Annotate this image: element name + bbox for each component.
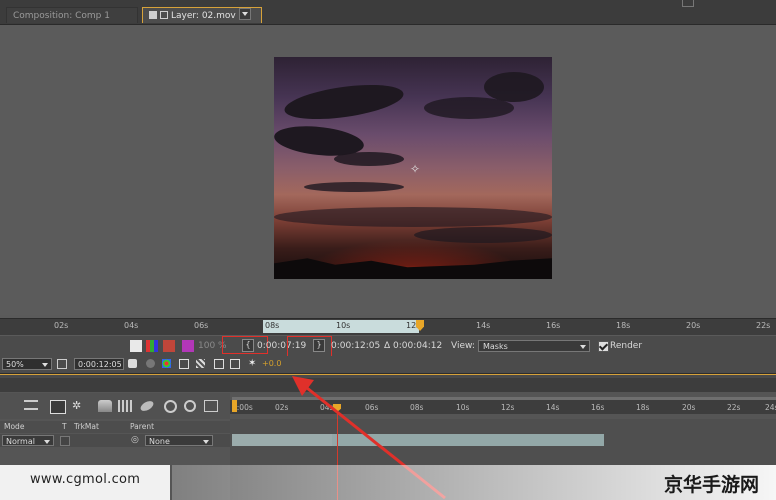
ruler-tick: 08s <box>265 321 280 330</box>
ruler-tick: 22s <box>756 321 771 330</box>
column-trkmat: TrkMat <box>74 422 99 431</box>
lock-icon[interactable] <box>160 11 168 19</box>
view-label: View: <box>451 341 475 351</box>
cloud <box>414 227 552 243</box>
cloud <box>334 152 404 166</box>
timeline-tick: 24s <box>765 403 776 412</box>
auto-keyframe-icon[interactable] <box>164 400 177 413</box>
draft-3d-icon[interactable] <box>50 400 66 414</box>
ruler-tick: 14s <box>476 321 491 330</box>
cloud <box>484 72 544 102</box>
chevron-down-icon <box>203 440 209 444</box>
timeline-tick: 10s <box>456 403 470 412</box>
layer-mode-value: Normal <box>6 437 35 446</box>
alpha-channel-icon[interactable] <box>163 340 175 352</box>
transparency-grid-icon[interactable] <box>196 359 205 368</box>
ruler-tick: 06s <box>194 321 209 330</box>
timeline-tick: 16s <box>591 403 605 412</box>
ruler-tick: 16s <box>546 321 561 330</box>
column-headers: Mode T TrkMat Parent <box>0 421 230 433</box>
region-of-interest-icon[interactable] <box>179 359 189 369</box>
ruler-tick: 18s <box>616 321 631 330</box>
tab-layer-label: Layer: 02.mov <box>171 11 236 21</box>
column-mode: Mode <box>4 422 25 431</box>
watermark-right: 京华手游网 <box>664 474 760 496</box>
ruler-tick: 04s <box>124 321 139 330</box>
pickwhip-icon[interactable]: ◎ <box>131 436 139 445</box>
cloud <box>282 78 406 126</box>
magnification-value: 50% <box>6 360 24 369</box>
tab-layer[interactable]: Layer: 02.mov <box>142 7 262 23</box>
out-point-time[interactable]: 0:00:12:05 <box>331 340 380 352</box>
view-select[interactable]: Masks <box>478 340 590 352</box>
snapshot-icon[interactable] <box>128 359 137 368</box>
parent-select[interactable]: None <box>145 435 213 446</box>
chevron-down-icon <box>42 363 48 367</box>
ruler-tick: 10s <box>336 321 351 330</box>
ruler-tick: 02s <box>54 321 69 330</box>
anchor-point-icon[interactable]: ✧ <box>410 163 420 175</box>
column-parent: Parent <box>130 422 155 431</box>
guide-layer-icon[interactable] <box>130 340 142 352</box>
render-checkbox[interactable] <box>598 341 609 352</box>
magnification-select[interactable]: 50% <box>2 358 52 370</box>
timeline-tick: 22s <box>727 403 741 412</box>
timeline-tick: 12s <box>501 403 515 412</box>
timeline-tick: 14s <box>546 403 560 412</box>
timeline-tick: 20s <box>682 403 696 412</box>
set-in-point-button[interactable]: { <box>242 339 254 352</box>
alpha-overlay-icon[interactable] <box>182 340 194 352</box>
snapshot-compare-icon[interactable] <box>230 359 240 369</box>
shy-layers-icon[interactable]: ✲ <box>72 400 86 412</box>
watermark-left: www.cgmol.com <box>30 472 141 487</box>
timeline-start-marker[interactable] <box>232 400 237 412</box>
preserve-transparency-checkbox[interactable] <box>60 436 70 446</box>
set-out-point-button[interactable]: } <box>313 339 325 352</box>
view-select-value: Masks <box>483 342 508 351</box>
tab-dropdown-icon[interactable] <box>238 8 251 20</box>
chevron-down-icon <box>44 440 50 444</box>
ruler-tick: 20s <box>686 321 701 330</box>
color-channel-icon[interactable] <box>162 359 171 368</box>
layer-mode-select[interactable]: Normal <box>2 435 54 446</box>
rgb-channels-icon[interactable] <box>146 340 158 352</box>
composition-mini-flowchart-icon[interactable] <box>24 400 38 410</box>
viewer-lock-icon[interactable] <box>149 11 157 19</box>
parent-value: None <box>149 437 170 446</box>
tab-composition-label: Composition: Comp 1 <box>13 11 110 21</box>
tab-composition[interactable]: Composition: Comp 1 <box>6 7 138 23</box>
chevron-down-icon <box>580 345 586 349</box>
footage-frame: ✧ <box>274 57 552 279</box>
timeline-tick: 18s <box>636 403 650 412</box>
column-t: T <box>62 422 67 431</box>
graph-editor-icon[interactable] <box>184 400 196 412</box>
exposure-value[interactable]: +0.0 <box>262 359 281 368</box>
render-label: Render <box>610 341 643 351</box>
render-queue-icon[interactable] <box>204 400 218 412</box>
panel-menu-icon[interactable] <box>682 0 694 7</box>
grid-icon[interactable] <box>214 359 224 369</box>
current-time-field[interactable]: 0:00:12:05 <box>74 358 124 370</box>
frame-blending-icon[interactable] <box>98 400 112 412</box>
cloud <box>274 207 552 227</box>
show-snapshot-icon[interactable] <box>146 359 155 368</box>
motion-blur-icon[interactable] <box>118 400 132 412</box>
safe-margins-icon[interactable] <box>57 359 67 369</box>
duration-time: Δ 0:00:04:12 <box>384 341 443 351</box>
current-time-value: 0:00:12:05 <box>78 360 122 369</box>
cloud <box>304 182 404 192</box>
reset-exposure-icon[interactable]: ✶ <box>248 359 260 369</box>
